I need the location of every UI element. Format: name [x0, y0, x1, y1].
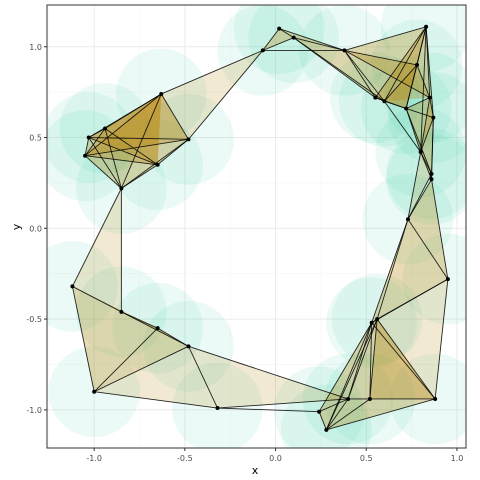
data-point: [433, 396, 438, 401]
x-axis-label: x: [252, 464, 259, 477]
data-point: [103, 126, 108, 131]
data-point: [375, 317, 380, 322]
data-point: [92, 389, 97, 394]
data-point: [424, 24, 429, 29]
data-point: [342, 48, 347, 53]
data-point: [418, 150, 423, 155]
y-tick-label: 0.0: [29, 224, 42, 233]
x-tick-label: -1.0: [86, 454, 102, 463]
data-point: [445, 277, 450, 282]
x-tick-label: 0.0: [269, 454, 282, 463]
y-tick-label: 1.0: [29, 43, 42, 52]
y-tick-label: 0.5: [29, 134, 42, 143]
data-point: [215, 406, 220, 411]
y-axis-label: y: [10, 223, 23, 230]
data-point: [431, 115, 436, 120]
data-point: [119, 186, 124, 191]
y-tick-label: -0.5: [26, 315, 42, 324]
data-point: [367, 396, 372, 401]
x-tick-label: 0.5: [360, 454, 373, 463]
data-point: [415, 62, 420, 67]
data-point: [373, 95, 378, 100]
data-point: [324, 427, 329, 432]
data-point: [155, 162, 160, 167]
chart-root: -1.0 -0.5 0.0 0.5 1.0 -1.0 -0.5 0.0 0.5 1.0 x y: [10, 4, 467, 477]
data-point: [291, 35, 296, 40]
data-point: [404, 106, 409, 111]
data-point: [382, 99, 387, 104]
data-point: [70, 284, 75, 289]
data-point: [277, 26, 282, 31]
y-tick-label: -1.0: [26, 406, 42, 415]
data-point: [159, 91, 164, 96]
data-point: [405, 217, 410, 222]
data-point: [119, 309, 124, 314]
data-point: [86, 135, 91, 140]
data-point: [427, 95, 432, 100]
data-point: [186, 137, 191, 142]
data-point: [429, 177, 434, 182]
data-point: [260, 48, 265, 53]
data-point: [155, 326, 160, 331]
data-point: [317, 409, 322, 414]
data-point: [346, 396, 351, 401]
x-tick-label: -0.5: [177, 454, 193, 463]
x-axis-ticks: -1.0 -0.5 0.0 0.5 1.0: [86, 448, 463, 463]
x-tick-label: 1.0: [451, 454, 464, 463]
data-point: [83, 153, 88, 158]
data-point: [186, 344, 191, 349]
y-axis-ticks: -1.0 -0.5 0.0 0.5 1.0: [26, 43, 47, 415]
data-point: [369, 320, 374, 325]
data-point: [429, 171, 434, 176]
